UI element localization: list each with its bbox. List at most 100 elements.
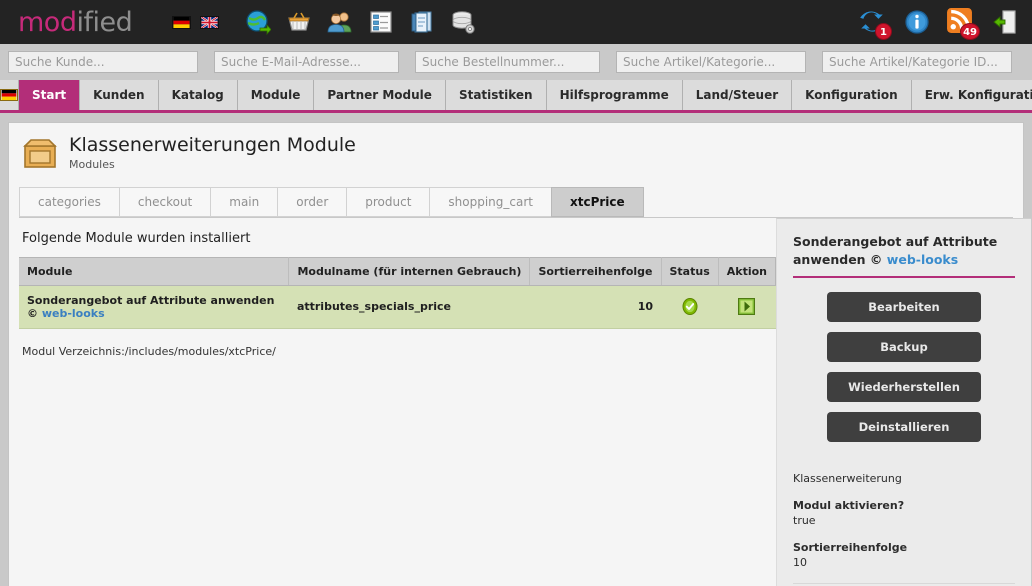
nav-item-start[interactable]: Start (19, 80, 81, 110)
tab-label: xtcPrice (570, 194, 625, 209)
nav-item-erw-konfiguration[interactable]: Erw. Konfiguration (912, 80, 1032, 110)
nav-item-label: Hilfsprogramme (559, 88, 669, 102)
tab-label: shopping_cart (448, 194, 533, 209)
tab-checkout[interactable]: checkout (118, 186, 211, 217)
nav-item-statistiken[interactable]: Statistiken (446, 80, 547, 110)
database-gear-icon[interactable] (450, 9, 476, 35)
cell-action (718, 285, 776, 329)
page-container: Klassenerweiterungen Module Modules cate… (8, 122, 1031, 586)
status-ok-icon[interactable] (682, 298, 698, 316)
globe-shop-icon[interactable] (245, 9, 272, 35)
search-article-input[interactable] (616, 51, 806, 73)
page-subtitle: Modules (69, 157, 115, 171)
page-title: Klassenerweiterungen Module (69, 134, 356, 156)
tab-order[interactable]: order (277, 186, 347, 217)
tab-xtcprice[interactable]: xtcPrice (551, 186, 644, 217)
tab-label: main (229, 194, 260, 209)
customers-icon[interactable] (327, 9, 353, 35)
nav-item-land-steuer[interactable]: Land/Steuer (683, 80, 793, 110)
refresh-badge: 1 (875, 23, 892, 40)
cell-status (661, 285, 719, 329)
activate-value: true (793, 514, 816, 528)
module-tabs: categories checkout main order product s… (19, 186, 1013, 218)
search-email-input[interactable] (214, 51, 399, 73)
top-bar: modified 1 49 (0, 0, 1032, 44)
edit-button[interactable]: Bearbeiten (827, 292, 981, 323)
panel-author-link[interactable]: web-looks (887, 252, 958, 267)
top-right-icons: 1 49 (858, 0, 1018, 44)
package-box-icon (23, 137, 57, 169)
nav-item-label: Statistiken (458, 88, 533, 102)
nav-item-label: Konfiguration (805, 88, 898, 102)
arrow-right-icon[interactable] (738, 298, 756, 316)
panel-title: Sonderangebot auf Attribute anwenden © w… (793, 233, 1015, 279)
sort-order-label: Sortierreihenfolge (793, 541, 908, 555)
flag-en-icon[interactable] (200, 15, 220, 29)
search-customer-input[interactable] (8, 51, 198, 73)
orders-list-icon[interactable] (368, 9, 394, 35)
panel-info: Klassenerweiterung Modul aktivieren? tru… (793, 442, 1015, 585)
rss-icon[interactable]: 49 (946, 7, 980, 40)
restore-button[interactable]: Wiederherstellen (827, 372, 981, 403)
rss-badge: 49 (960, 23, 980, 40)
module-directory: Modul Verzeichnis:/includes/modules/xtcP… (22, 344, 276, 358)
main-nav: Start Kunden Katalog Module Partner Modu… (0, 80, 1032, 113)
nav-item-katalog[interactable]: Katalog (159, 80, 238, 110)
logout-icon[interactable] (992, 9, 1018, 35)
nav-item-konfiguration[interactable]: Konfiguration (792, 80, 912, 110)
tab-shopping-cart[interactable]: shopping_cart (429, 186, 551, 217)
catalog-books-icon[interactable] (409, 9, 435, 35)
basket-icon[interactable] (286, 9, 312, 35)
info-icon[interactable] (904, 9, 930, 35)
nav-item-label: Land/Steuer (695, 88, 779, 102)
page-header: Klassenerweiterungen Module Modules (9, 123, 1023, 181)
th-sort-order: Sortierreihenfolge (529, 256, 662, 286)
nav-item-module[interactable]: Module (238, 80, 315, 110)
tab-label: order (296, 194, 329, 209)
sort-order-value: 10 (793, 556, 807, 570)
th-internal-name: Modulname (für internen Gebrauch) (288, 256, 531, 286)
language-flags (172, 15, 220, 29)
tab-product[interactable]: product (346, 186, 430, 217)
module-type-value: Klassenerweiterung (793, 472, 902, 486)
nav-item-label: Kunden (93, 88, 145, 102)
nav-item-label: Partner Module (327, 88, 432, 102)
cell-internal-name: attributes_specials_price (288, 285, 530, 329)
search-bar (0, 44, 1032, 80)
th-module: Module (19, 256, 290, 286)
nav-item-label: Module (250, 88, 301, 102)
nav-item-label: Katalog (171, 88, 224, 102)
cell-module: Sonderangebot auf Attribute anwenden © w… (19, 285, 289, 329)
uninstall-button[interactable]: Deinstallieren (827, 412, 981, 443)
shortcut-icons (245, 9, 476, 35)
nav-item-partner-module[interactable]: Partner Module (314, 80, 446, 110)
nav-item-label: Erw. Konfiguration (924, 88, 1032, 102)
page-content: Folgende Module wurden installiert Modul… (9, 217, 1031, 586)
tab-label: checkout (137, 194, 193, 209)
modules-column: Folgende Module wurden installiert Modul… (9, 218, 777, 358)
search-article-id-input[interactable] (822, 51, 1012, 73)
flag-de-icon[interactable] (172, 15, 192, 29)
tab-categories[interactable]: categories (19, 186, 119, 217)
module-author-link[interactable]: web-looks (42, 307, 105, 320)
refresh-icon[interactable]: 1 (858, 7, 892, 40)
search-order-input[interactable] (415, 51, 600, 73)
nav-item-kunden[interactable]: Kunden (80, 80, 159, 110)
modules-table: Module Modulname (für internen Gebrauch)… (19, 256, 777, 329)
th-status: Status (661, 256, 719, 286)
nav-flag-de-icon[interactable] (0, 80, 19, 110)
tab-label: product (365, 194, 412, 209)
cell-sort-order: 10 (529, 285, 661, 329)
brand-logo[interactable]: modified (18, 6, 133, 38)
tab-main[interactable]: main (210, 186, 278, 217)
nav-item-label: Start (32, 88, 67, 102)
panel-divider (793, 583, 1015, 585)
brand-logo-part2: ified (76, 6, 133, 38)
table-header-row: Module Modulname (für internen Gebrauch)… (19, 256, 777, 286)
nav-item-hilfsprogramme[interactable]: Hilfsprogramme (547, 80, 683, 110)
th-action: Aktion (718, 256, 777, 286)
table-row[interactable]: Sonderangebot auf Attribute anwenden © w… (19, 285, 776, 329)
tab-label: categories (38, 194, 101, 209)
backup-button[interactable]: Backup (827, 332, 981, 363)
installed-note: Folgende Module wurden installiert (22, 230, 251, 246)
